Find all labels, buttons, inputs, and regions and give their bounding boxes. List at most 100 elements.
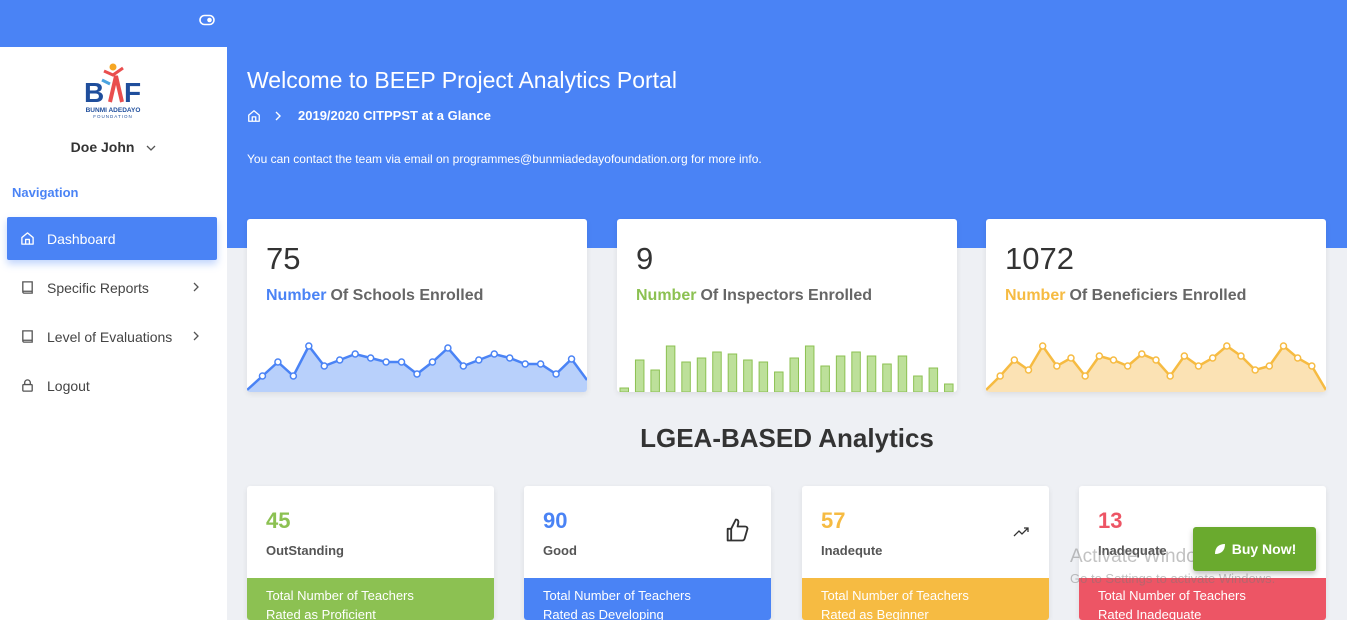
breadcrumb: 2019/2020 CITPPST at a Glance xyxy=(247,108,491,123)
top-bar xyxy=(0,0,1347,47)
sparkline-point xyxy=(1180,352,1189,360)
sidebar-item-logout[interactable]: Logout xyxy=(7,364,217,407)
sparkline-point xyxy=(1308,362,1316,370)
stat-highlight: Number xyxy=(266,287,327,304)
lgea-footer: Total Number of Teachers Rated as Beginn… xyxy=(802,578,1049,620)
sparkline-bar xyxy=(944,383,954,392)
contact-text: You can contact the team via email on pr… xyxy=(247,152,762,166)
lgea-card-inadequte: 57 Inadequte Total Number of Teachers Ra… xyxy=(802,486,1049,620)
toggle-icon[interactable] xyxy=(199,12,215,28)
windows-watermark-subtitle: Go to Settings to activate Windows. xyxy=(1070,571,1276,586)
buy-now-button[interactable]: Buy Now! xyxy=(1193,527,1316,571)
sparkline-bar xyxy=(681,361,691,392)
sparkline-point xyxy=(1053,362,1061,370)
sparkline-point xyxy=(1237,352,1245,360)
book-icon xyxy=(22,330,33,343)
sparkline-area xyxy=(986,346,1326,392)
sparkline-point xyxy=(1081,372,1089,380)
svg-text:FOUNDATION: FOUNDATION xyxy=(93,114,132,119)
foundation-logo: B F BUNMI ADEDAYO FOUNDATION xyxy=(80,62,146,122)
lgea-value: 13 xyxy=(1098,508,1123,533)
thumbs-up-icon xyxy=(726,518,749,542)
sparkline-bar xyxy=(897,355,908,392)
lgea-card-good: 90 Good Total Number of Teachers Rated a… xyxy=(524,486,771,620)
stat-card-inspectors: 9 Number Of Inspectors Enrolled xyxy=(617,219,957,392)
sidebar-item-specific-reports[interactable]: Specific Reports xyxy=(7,266,217,309)
sparkline-bar xyxy=(634,359,645,392)
sparkline-point xyxy=(444,344,452,352)
sparkline-point xyxy=(1067,354,1075,362)
leaf-icon xyxy=(1214,544,1225,554)
sparkline-point xyxy=(1024,366,1033,374)
sparkline-point xyxy=(1152,356,1160,364)
sparkline-point xyxy=(274,358,282,366)
lgea-card-outstanding: 45 OutStanding Total Number of Teachers … xyxy=(247,486,494,620)
sparkline-point xyxy=(413,370,421,378)
sparkline-point xyxy=(289,372,298,380)
sparkline-chart xyxy=(986,342,1326,392)
sparkline-point xyxy=(305,342,313,350)
user-menu[interactable]: Doe John xyxy=(0,139,227,155)
sparkline-bar xyxy=(619,387,629,392)
sparkline-chart xyxy=(247,342,587,392)
lgea-value: 90 xyxy=(543,508,568,533)
sparkline-bar xyxy=(789,357,799,392)
svg-text:BUNMI ADEDAYO: BUNMI ADEDAYO xyxy=(86,107,141,114)
lgea-value: 57 xyxy=(821,508,846,533)
sparkline-bar xyxy=(913,375,923,392)
user-name: Doe John xyxy=(70,139,135,155)
chevron-down-icon xyxy=(146,145,156,152)
sparkline-point xyxy=(397,358,406,366)
sparkline-point xyxy=(1166,372,1174,380)
sparkline-point xyxy=(382,358,390,366)
sparkline-point xyxy=(475,356,483,364)
sparkline-point xyxy=(1109,356,1118,364)
sparkline-bar xyxy=(743,359,753,392)
sparkline-bar xyxy=(835,355,846,392)
lgea-label: Inadequte xyxy=(821,543,883,558)
svg-text:F: F xyxy=(124,77,141,108)
stat-card-beneficiaries: 1072 Number Of Beneficiers Enrolled xyxy=(986,219,1326,392)
lgea-label: OutStanding xyxy=(266,543,344,558)
home-icon[interactable] xyxy=(247,109,261,123)
stat-caption: Number Of Schools Enrolled xyxy=(266,287,484,304)
sparkline-bar xyxy=(928,367,939,392)
sidebar-item-dashboard[interactable]: Dashboard xyxy=(7,217,217,260)
sparkline-point xyxy=(459,362,468,370)
stat-card-schools: 75 Number Of Schools Enrolled xyxy=(247,219,587,392)
section-title: LGEA-BASED Analytics xyxy=(640,423,934,453)
stat-value: 75 xyxy=(266,241,301,276)
breadcrumb-current: 2019/2020 CITPPST at a Glance xyxy=(298,108,491,123)
sparkline-bar xyxy=(758,361,769,392)
sparkline-point xyxy=(428,358,437,366)
stat-highlight: Number xyxy=(1005,287,1066,304)
sparkline-point xyxy=(351,350,359,358)
sparkline-bar xyxy=(774,371,784,392)
lgea-value: 45 xyxy=(266,508,291,533)
sidebar-item-level-of-evaluations[interactable]: Level of Evaluations xyxy=(7,315,217,358)
stat-value: 9 xyxy=(636,241,654,276)
page-title: Welcome to BEEP Project Analytics Portal xyxy=(247,67,677,93)
sidebar-item-label: Level of Evaluations xyxy=(47,328,173,345)
sparkline-bar xyxy=(665,345,676,392)
chevron-right-icon xyxy=(275,111,281,120)
sidebar: B F BUNMI ADEDAYO FOUNDATION Doe John Na… xyxy=(0,47,227,620)
nav-heading: Navigation xyxy=(12,185,79,200)
sparkline-point xyxy=(1265,362,1274,370)
sparkline-point xyxy=(366,354,375,362)
stat-caption: Number Of Beneficiers Enrolled xyxy=(1005,287,1247,304)
sparkline-bar xyxy=(696,357,707,392)
sparkline-point xyxy=(1194,362,1203,370)
trend-icon xyxy=(1013,527,1029,537)
sparkline-point xyxy=(1038,342,1047,350)
sparkline-point xyxy=(1095,352,1104,360)
sparkline-point xyxy=(1251,366,1259,374)
sparkline-bar xyxy=(851,351,861,392)
sparkline-point xyxy=(1223,342,1231,350)
book-icon xyxy=(22,281,33,294)
sparkline-bar xyxy=(650,369,660,392)
sparkline-point xyxy=(320,362,329,370)
sparkline-point xyxy=(552,370,560,378)
sparkline-point xyxy=(505,354,514,362)
lgea-footer: Total Number of Teachers Rated as Profic… xyxy=(247,578,494,620)
